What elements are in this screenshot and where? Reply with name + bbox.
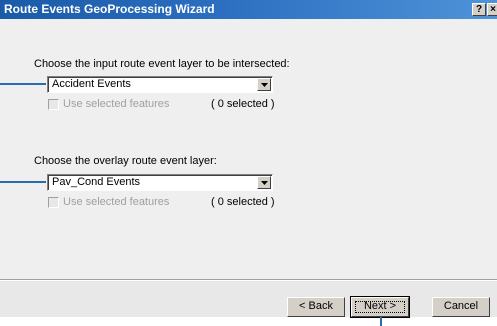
focus-rectangle (355, 301, 405, 313)
window-title: Route Events GeoProcessing Wizard (4, 2, 215, 16)
overlay-layer-value: Pav_Cond Events (52, 176, 141, 188)
chevron-down-icon (261, 181, 268, 185)
input-layer-dropdown[interactable]: Accident Events (47, 76, 273, 93)
back-button[interactable]: < Back (287, 297, 345, 317)
next-button[interactable]: Next > (350, 296, 410, 318)
overlay-selected-count: ( 0 selected ) (211, 196, 275, 208)
overlay-layer-dropdown-button[interactable] (257, 176, 271, 189)
close-button[interactable]: × (487, 3, 497, 16)
chevron-down-icon (261, 83, 268, 87)
input-use-selected-label: Use selected features (63, 98, 170, 110)
wizard-dialog: Route Events GeoProcessing Wizard ? × Ch… (0, 0, 497, 318)
input-selected-count: ( 0 selected ) (211, 98, 275, 110)
button-separator (0, 279, 497, 281)
overlay-layer-prompt: Choose the overlay route event layer: (34, 155, 217, 167)
cancel-button[interactable]: Cancel (432, 297, 490, 317)
input-layer-prompt: Choose the input route event layer to be… (34, 58, 290, 70)
title-bar: Route Events GeoProcessing Wizard ? × (0, 0, 497, 19)
help-button[interactable]: ? (472, 3, 486, 16)
callout-line-next (380, 317, 382, 326)
input-layer-dropdown-button[interactable] (257, 78, 271, 91)
input-use-selected-checkbox[interactable] (48, 99, 59, 110)
callout-line-overlay (0, 181, 46, 183)
callout-line-input (0, 83, 46, 85)
input-layer-value: Accident Events (52, 78, 131, 90)
overlay-use-selected-label: Use selected features (63, 196, 170, 208)
overlay-layer-dropdown[interactable]: Pav_Cond Events (47, 174, 273, 191)
overlay-use-selected-checkbox[interactable] (48, 197, 59, 208)
